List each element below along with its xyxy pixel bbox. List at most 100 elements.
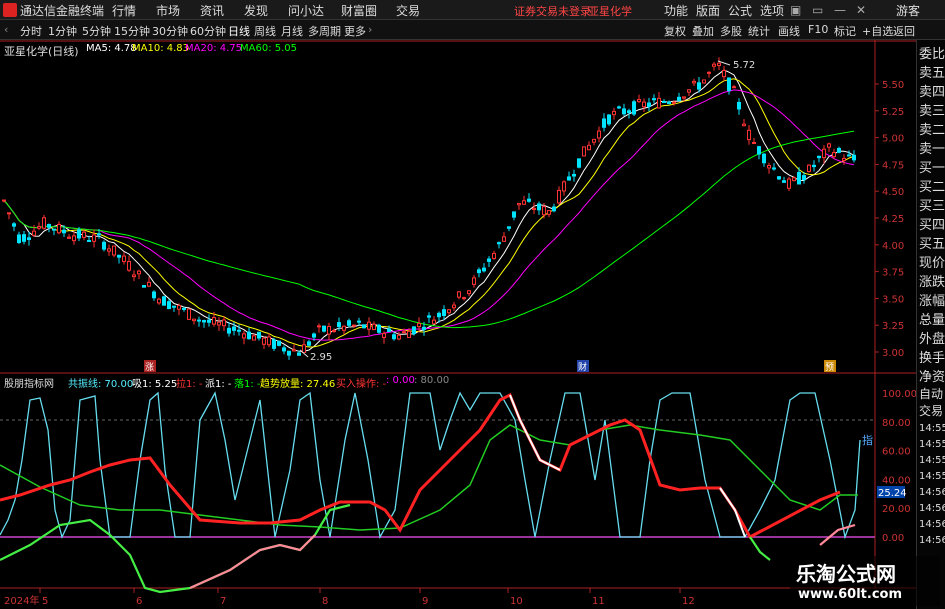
- restore-icon[interactable]: —: [834, 3, 846, 17]
- candle-body: [617, 106, 621, 109]
- candle-body: [492, 252, 496, 259]
- more-chevron-icon[interactable]: ›: [368, 23, 372, 36]
- period-intraday[interactable]: 分时: [20, 23, 42, 39]
- menu-ask[interactable]: 问小达: [288, 2, 324, 19]
- menu-function[interactable]: 功能: [664, 2, 688, 19]
- menu-layout[interactable]: 版面: [696, 2, 720, 19]
- indicator-tick-label: 60.00: [882, 447, 911, 458]
- candle-body: [442, 309, 446, 316]
- period-more[interactable]: 更多: [344, 23, 366, 39]
- event-marker-up[interactable]: 涨: [145, 362, 154, 373]
- side-label-ask5: 卖五: [919, 66, 945, 81]
- period-60min[interactable]: 60分钟: [190, 23, 226, 39]
- candle-body: [757, 146, 761, 155]
- tool-statistics[interactable]: 统计: [748, 23, 770, 39]
- candle-body: [762, 153, 766, 164]
- param-trend-volume: 趋势放量: 27.46: [260, 379, 336, 390]
- candle-body: [112, 245, 116, 256]
- candle-body: [102, 241, 106, 250]
- candle-body: [747, 129, 751, 141]
- candle-body: [277, 340, 281, 346]
- menu-news[interactable]: 资讯: [200, 2, 224, 19]
- candle-body: [67, 236, 71, 239]
- period-monthly[interactable]: 月线: [281, 23, 303, 39]
- tool-restore-rights[interactable]: 复权: [664, 23, 686, 39]
- time-label-5: 14:56: [919, 487, 945, 498]
- param-grey: : 80.00: [414, 375, 450, 386]
- tool-overlay[interactable]: 叠加: [692, 23, 714, 39]
- price-tick-label: 5.00: [882, 134, 904, 145]
- candle-body: [722, 69, 726, 78]
- trade-label[interactable]: 交易: [919, 402, 943, 419]
- indicator-name[interactable]: 股朋指标网: [4, 375, 54, 390]
- chart-area[interactable]: 5.50 5.25 5.00 4.75 4.50 4.25 4.00 3.75 3.50 3.25…: [0, 40, 916, 609]
- candle-body: [622, 108, 626, 115]
- candle-body: [187, 308, 191, 320]
- candle-body: [247, 331, 251, 340]
- x-axis-label: 8: [322, 596, 328, 607]
- period-daily[interactable]: 日线: [228, 23, 250, 39]
- menu-discover[interactable]: 发现: [244, 2, 268, 19]
- login-status[interactable]: 证券交易未登录: [514, 3, 591, 19]
- candle-body: [32, 230, 36, 236]
- candle-body: [847, 154, 851, 157]
- event-marker-forecast[interactable]: 预: [825, 362, 834, 373]
- x-axis-label: 9: [422, 596, 428, 607]
- period-multi[interactable]: 多周期: [308, 23, 341, 39]
- side-label-change-pct: 涨幅: [919, 294, 945, 309]
- candle-body: [52, 228, 56, 231]
- candle-body: [97, 233, 101, 236]
- side-label-net-assets: 净资: [919, 370, 945, 385]
- candle-body: [22, 234, 26, 242]
- candle-body: [852, 154, 856, 161]
- left-arrow-icon[interactable]: ‹: [4, 23, 8, 36]
- candle-body: [702, 79, 706, 84]
- indicator-tick-label: 100.00: [882, 389, 916, 400]
- candle-body: [462, 297, 466, 300]
- window-icon[interactable]: ▭: [812, 3, 823, 17]
- side-label-change: 涨跌: [919, 275, 945, 290]
- side-label-ask4: 卖四: [919, 85, 945, 100]
- auto-label[interactable]: 自动: [919, 385, 943, 402]
- tool-draw-line[interactable]: 画线: [778, 23, 800, 39]
- candle-body: [577, 158, 581, 168]
- candle-body: [512, 211, 516, 218]
- menu-options[interactable]: 选项: [760, 2, 784, 19]
- candle-body: [157, 298, 161, 304]
- candle-body: [812, 164, 816, 168]
- candle-body: [677, 96, 681, 101]
- menu-market[interactable]: 市场: [156, 2, 180, 19]
- candle-body: [687, 89, 691, 93]
- tool-f10[interactable]: F10: [808, 23, 828, 36]
- menu-trade[interactable]: 交易: [396, 2, 420, 19]
- period-15min[interactable]: 15分钟: [114, 23, 150, 39]
- period-30min[interactable]: 30分钟: [152, 23, 188, 39]
- close-icon[interactable]: ✕: [856, 3, 866, 17]
- price-tick-label: 4.25: [882, 214, 904, 225]
- candle-body: [242, 333, 246, 339]
- period-5min[interactable]: 5分钟: [82, 23, 111, 39]
- candle-body: [177, 305, 181, 310]
- tool-back[interactable]: 返回: [893, 23, 915, 39]
- candle-body: [792, 177, 796, 182]
- guest-label[interactable]: 游客: [896, 2, 920, 19]
- candle-body: [527, 198, 531, 202]
- menu-wealth[interactable]: 财富圈: [341, 2, 377, 19]
- time-label-4: 14:55: [919, 471, 945, 482]
- candle-body: [122, 255, 126, 262]
- candle-body: [192, 318, 196, 322]
- period-1min[interactable]: 1分钟: [48, 23, 77, 39]
- tool-add-watchlist[interactable]: +自选: [862, 23, 893, 39]
- menu-quotes[interactable]: 行情: [112, 2, 136, 19]
- minimize-icon[interactable]: ▣: [790, 3, 801, 17]
- menu-formula[interactable]: 公式: [728, 2, 752, 19]
- period-weekly[interactable]: 周线: [254, 23, 276, 39]
- tool-mark[interactable]: 标记: [834, 23, 856, 39]
- price-tick-label: 3.75: [882, 268, 904, 279]
- event-marker-finance[interactable]: 财: [578, 361, 587, 373]
- indicator-tick-label: 40.00: [882, 475, 911, 486]
- candle-body: [467, 290, 471, 295]
- side-label-ask2: 卖二: [919, 123, 945, 138]
- tool-multi-stock[interactable]: 多股: [720, 23, 742, 39]
- candle-body: [117, 254, 121, 258]
